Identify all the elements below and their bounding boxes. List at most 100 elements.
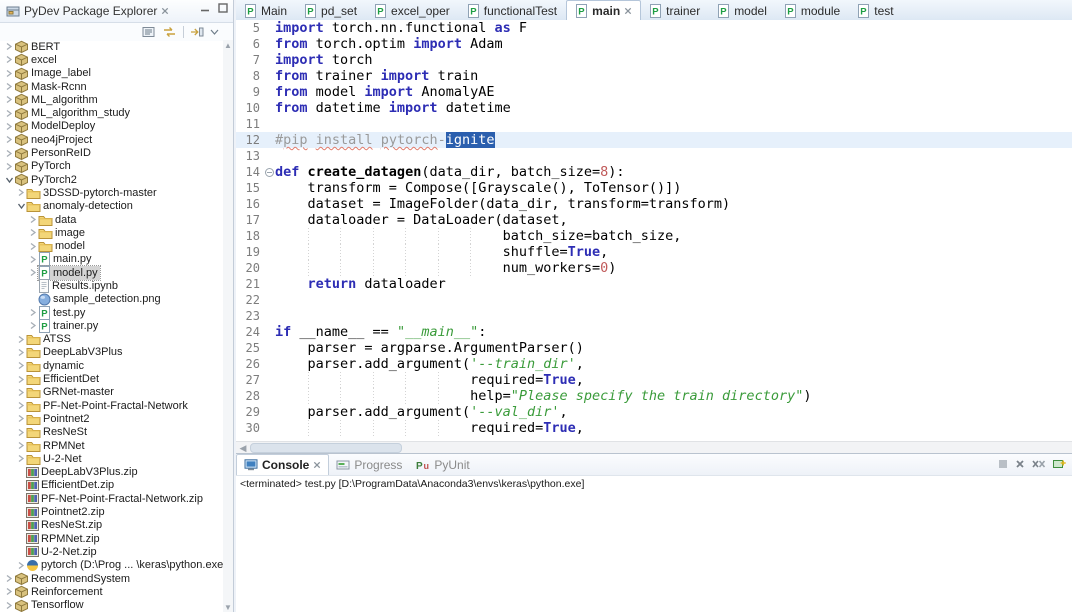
remove-all-terminated-icon[interactable] — [1032, 459, 1046, 469]
code-line-15[interactable]: 15 transform = Compose([Grayscale(), ToT… — [236, 180, 1072, 196]
tree-item-neo4jproject[interactable]: neo4jProject — [0, 133, 223, 146]
scroll-up-icon[interactable]: ▲ — [223, 40, 233, 50]
editor-tab-functionaltest[interactable]: PfunctionalTest — [459, 1, 566, 20]
view-mode-icon[interactable] — [142, 26, 156, 38]
view-tab-close-icon[interactable] — [313, 461, 321, 469]
expand-arrow-icon[interactable] — [16, 348, 26, 357]
expand-arrow-icon[interactable] — [16, 401, 26, 410]
code-line-30[interactable]: 30 required=True, — [236, 420, 1072, 436]
expand-arrow-icon[interactable] — [4, 122, 14, 131]
tree-item-grnet-master[interactable]: GRNet-master — [0, 386, 223, 399]
editor-tab-test[interactable]: Ptest — [849, 1, 902, 20]
remove-launch-icon[interactable] — [1015, 459, 1025, 469]
console-tab-pyunit[interactable]: PuPyUnit — [409, 455, 476, 475]
tree-item-data[interactable]: data — [0, 213, 223, 226]
code-line-9[interactable]: 9from model import AnomalyAE — [236, 84, 1072, 100]
link-with-editor-icon[interactable] — [162, 26, 177, 38]
tree-item-pytorch[interactable]: PyTorch — [0, 160, 223, 173]
maximize-view-icon[interactable] — [217, 2, 229, 13]
expand-arrow-icon[interactable] — [28, 228, 38, 237]
expand-arrow-icon[interactable] — [16, 335, 26, 344]
tree-item-deeplabv3plus-zip[interactable]: DeepLabV3Plus.zip — [0, 466, 223, 479]
scrollbar-thumb[interactable] — [250, 443, 402, 453]
minimize-view-icon[interactable] — [199, 2, 211, 13]
code-line-12[interactable]: 12#pip install pytorch-ignite — [236, 132, 1072, 148]
code-line-16[interactable]: 16 dataset = ImageFolder(data_dir, trans… — [236, 196, 1072, 212]
code-line-22[interactable]: 22 — [236, 292, 1072, 308]
tree-item-tensorflow[interactable]: Tensorflow — [0, 598, 223, 611]
tree-item-resnest-zip[interactable]: ResNeSt.zip — [0, 519, 223, 532]
code-line-18[interactable]: 18 batch_size=batch_size, — [236, 228, 1072, 244]
tree-item-model-py[interactable]: Pmodel.py — [0, 266, 223, 279]
view-tab-close-icon[interactable] — [161, 7, 169, 15]
editor-tab-pd_set[interactable]: Ppd_set — [296, 1, 366, 20]
tree-item-pointnet2-zip[interactable]: Pointnet2.zip — [0, 505, 223, 518]
expand-arrow-icon[interactable] — [4, 95, 14, 104]
code-line-25[interactable]: 25 parser = argparse.ArgumentParser() — [236, 340, 1072, 356]
tree-item-u-2-net-zip[interactable]: U-2-Net.zip — [0, 545, 223, 558]
tab-close-icon[interactable] — [624, 7, 632, 15]
tree-item-pf-net-point-fractal-network-zip[interactable]: PF-Net-Point-Fractal-Network.zip — [0, 492, 223, 505]
tree-item-u-2-net[interactable]: U-2-Net — [0, 452, 223, 465]
code-line-29[interactable]: 29 parser.add_argument('--val_dir', — [236, 404, 1072, 420]
code-line-11[interactable]: 11 — [236, 116, 1072, 132]
expand-arrow-icon[interactable] — [28, 268, 38, 277]
tree-item-main-py[interactable]: Pmain.py — [0, 253, 223, 266]
expand-arrow-icon[interactable] — [16, 454, 26, 463]
expand-arrow-icon[interactable] — [28, 255, 38, 264]
tree-item-efficientdet-zip[interactable]: EfficientDet.zip — [0, 479, 223, 492]
expand-arrow-icon[interactable] — [4, 109, 14, 118]
tree-scrollbar[interactable]: ▲ ▼ — [223, 40, 233, 612]
scroll-down-icon[interactable]: ▼ — [223, 602, 233, 612]
collapse-arrow-icon[interactable] — [4, 176, 14, 184]
tree-item-3dssd-pytorch-master[interactable]: 3DSSD-pytorch-master — [0, 186, 223, 199]
tree-item-excel[interactable]: excel — [0, 53, 223, 66]
code-line-19[interactable]: 19 shuffle=True, — [236, 244, 1072, 260]
terminate-icon[interactable] — [998, 459, 1008, 469]
tree-item-reinforcement[interactable]: Reinforcement — [0, 585, 223, 598]
expand-arrow-icon[interactable] — [16, 361, 26, 370]
tree-item-anomaly-detection[interactable]: anomaly-detection — [0, 200, 223, 213]
expand-arrow-icon[interactable] — [4, 587, 14, 596]
tree-item-pytorch2[interactable]: PyTorch2 — [0, 173, 223, 186]
scroll-left-icon[interactable]: ◀ — [236, 443, 250, 454]
tree-item-pytorch-d-prog-keras-python-exe[interactable]: pytorch (D:\Prog ... \keras\python.exe) — [0, 559, 223, 572]
code-line-20[interactable]: 20 num_workers=0) — [236, 260, 1072, 276]
focus-on-active-task-icon[interactable] — [190, 26, 204, 38]
expand-arrow-icon[interactable] — [16, 441, 26, 450]
expand-arrow-icon[interactable] — [16, 388, 26, 397]
expand-arrow-icon[interactable] — [4, 55, 14, 64]
code-line-13[interactable]: 13 — [236, 148, 1072, 164]
expand-arrow-icon[interactable] — [16, 561, 26, 570]
tree-item-modeldeploy[interactable]: ModelDeploy — [0, 120, 223, 133]
tree-item-trainer-py[interactable]: Ptrainer.py — [0, 319, 223, 332]
console-output[interactable] — [236, 492, 1072, 612]
code-line-6[interactable]: 6from torch.optim import Adam — [236, 36, 1072, 52]
code-line-26[interactable]: 26 parser.add_argument('--train_dir', — [236, 356, 1072, 372]
tree-item-test-py[interactable]: Ptest.py — [0, 306, 223, 319]
tree-item-image-label[interactable]: Image_label — [0, 67, 223, 80]
expand-arrow-icon[interactable] — [16, 375, 26, 384]
collapse-arrow-icon[interactable] — [16, 202, 26, 210]
code-line-7[interactable]: 7import torch — [236, 52, 1072, 68]
tree-item-mask-rcnn[interactable]: Mask-Rcnn — [0, 80, 223, 93]
expand-arrow-icon[interactable] — [4, 149, 14, 158]
tree-item-rpmnet[interactable]: RPMNet — [0, 439, 223, 452]
expand-arrow-icon[interactable] — [4, 42, 14, 51]
expand-arrow-icon[interactable] — [4, 135, 14, 144]
code-line-17[interactable]: 17 dataloader = DataLoader(dataset, — [236, 212, 1072, 228]
expand-arrow-icon[interactable] — [28, 321, 38, 330]
code-line-21[interactable]: 21 return dataloader — [236, 276, 1072, 292]
expand-arrow-icon[interactable] — [28, 242, 38, 251]
tree-item-ml-algorithm[interactable]: ML_algorithm — [0, 93, 223, 106]
code-line-28[interactable]: 28 help="Please specify the train direct… — [236, 388, 1072, 404]
editor-tab-trainer[interactable]: Ptrainer — [641, 1, 709, 20]
expand-arrow-icon[interactable] — [16, 414, 26, 423]
tree-item-bert[interactable]: BERT — [0, 40, 223, 53]
code-editor[interactable]: 5import torch.nn.functional as F6from to… — [236, 20, 1072, 441]
code-line-27[interactable]: 27 required=True, — [236, 372, 1072, 388]
expand-arrow-icon[interactable] — [4, 69, 14, 78]
tree-item-atss[interactable]: ATSS — [0, 333, 223, 346]
expand-arrow-icon[interactable] — [16, 428, 26, 437]
tree-item-dynamic[interactable]: dynamic — [0, 359, 223, 372]
